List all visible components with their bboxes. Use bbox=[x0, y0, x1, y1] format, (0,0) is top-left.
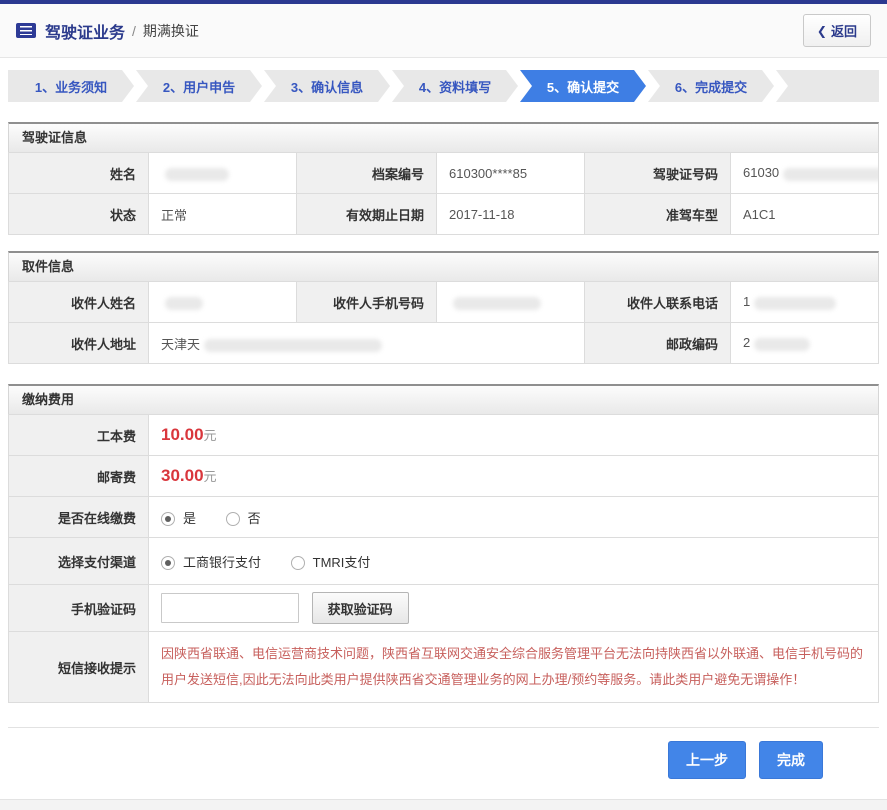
sms-code-input[interactable] bbox=[161, 593, 299, 623]
radio-pay-online-no[interactable] bbox=[225, 511, 240, 526]
breadcrumb-separator: / bbox=[132, 22, 136, 39]
production-fee-unit: 元 bbox=[203, 428, 217, 443]
step-6-complete-submit[interactable]: 6、完成提交 bbox=[648, 70, 774, 102]
value-valid-until: 2017-11-18 bbox=[436, 193, 585, 235]
sms-notice-text: 因陕西省联通、电信运营商技术问题，陕西省互联网交通安全综合服务管理平台无法向持陕… bbox=[161, 646, 864, 687]
get-sms-code-button[interactable]: 获取验证码 bbox=[311, 592, 409, 624]
redacted-recipient-tel bbox=[754, 296, 837, 310]
redacted-recipient-name bbox=[165, 296, 203, 310]
fees-table: 工本费 10.00元 邮寄费 30.00元 是否在线缴费 是 否 选择支付渠道 … bbox=[8, 414, 879, 703]
page-header: 驾驶证业务 / 期满换证 ❮ 返回 bbox=[0, 4, 887, 58]
label-valid-until: 有效期止日期 bbox=[296, 193, 437, 235]
table-row: 工本费 10.00元 bbox=[8, 414, 879, 456]
value-name bbox=[148, 152, 297, 194]
redacted-recipient-address bbox=[204, 338, 383, 352]
value-recipient-name bbox=[148, 281, 297, 323]
production-fee-amount: 10.00 bbox=[161, 425, 204, 444]
label-mailing-fee: 邮寄费 bbox=[8, 455, 149, 497]
redacted-name bbox=[165, 167, 229, 181]
redacted-license-no bbox=[783, 167, 878, 181]
footer-strip bbox=[0, 799, 887, 810]
radio-label-no[interactable]: 否 bbox=[248, 511, 261, 526]
value-vehicle-class: A1C1 bbox=[730, 193, 879, 235]
step-4-fill-materials[interactable]: 4、资料填写 bbox=[392, 70, 518, 102]
value-recipient-mobile bbox=[436, 281, 585, 323]
radio-label-yes[interactable]: 是 bbox=[183, 511, 196, 526]
label-sms-notice: 短信接收提示 bbox=[8, 631, 149, 703]
section-pickup-title: 取件信息 bbox=[8, 251, 879, 281]
redacted-recipient-mobile bbox=[453, 296, 541, 310]
value-file-no: 610300****85 bbox=[436, 152, 585, 194]
table-row: 邮寄费 30.00元 bbox=[8, 455, 879, 497]
table-row: 收件人地址 天津天 邮政编码 2 bbox=[8, 322, 879, 364]
breadcrumb-current: 期满换证 bbox=[142, 22, 199, 39]
value-mailing-fee: 30.00元 bbox=[148, 455, 879, 497]
recipient-tel-prefix: 1 bbox=[743, 294, 751, 310]
label-recipient-mobile: 收件人手机号码 bbox=[296, 281, 437, 323]
step-2-user-declaration[interactable]: 2、用户申告 bbox=[136, 70, 262, 102]
page-title: 驾驶证业务 bbox=[45, 24, 126, 42]
label-recipient-tel: 收件人联系电话 bbox=[584, 281, 731, 323]
mailing-fee-amount: 30.00 bbox=[161, 466, 204, 485]
table-row: 姓名 档案编号 610300****85 驾驶证号码 61030X bbox=[8, 152, 879, 194]
label-vehicle-class: 准驾车型 bbox=[584, 193, 731, 235]
table-row: 收件人姓名 收件人手机号码 收件人联系电话 1 bbox=[8, 281, 879, 323]
finish-button[interactable]: 完成 bbox=[759, 741, 823, 779]
back-button[interactable]: ❮ 返回 bbox=[802, 14, 871, 47]
label-status: 状态 bbox=[8, 193, 149, 235]
previous-step-button[interactable]: 上一步 bbox=[668, 741, 746, 779]
value-license-no: 61030X bbox=[730, 152, 879, 194]
label-file-no: 档案编号 bbox=[296, 152, 437, 194]
section-license-title: 驾驶证信息 bbox=[8, 122, 879, 152]
value-postal-code: 2 bbox=[730, 322, 879, 364]
label-sms-code: 手机验证码 bbox=[8, 584, 149, 632]
table-row: 手机验证码 获取验证码 bbox=[8, 584, 879, 632]
value-recipient-address: 天津天 bbox=[148, 322, 585, 364]
step-5-confirm-submit[interactable]: 5、确认提交 bbox=[520, 70, 646, 102]
label-name: 姓名 bbox=[8, 152, 149, 194]
section-fees: 缴纳费用 工本费 10.00元 邮寄费 30.00元 是否在线缴费 是 否 选择… bbox=[8, 384, 879, 703]
value-recipient-tel: 1 bbox=[730, 281, 879, 323]
section-fees-title: 缴纳费用 bbox=[8, 384, 879, 414]
postal-code-prefix: 2 bbox=[743, 335, 751, 351]
sms-code-cell: 获取验证码 bbox=[148, 584, 879, 632]
pay-online-options: 是 否 bbox=[148, 496, 879, 538]
radio-channel-icbc[interactable] bbox=[161, 555, 175, 570]
value-production-fee: 10.00元 bbox=[148, 414, 879, 456]
step-wizard: 1、业务须知 2、用户申告 3、确认信息 4、资料填写 5、确认提交 6、完成提… bbox=[8, 70, 879, 102]
radio-label-icbc[interactable]: 工商银行支付 bbox=[183, 555, 261, 570]
back-button-label: 返回 bbox=[830, 24, 857, 39]
section-license-info: 驾驶证信息 姓名 档案编号 610300****85 驾驶证号码 61030X … bbox=[8, 122, 879, 235]
label-recipient-name: 收件人姓名 bbox=[8, 281, 149, 323]
radio-label-tmri[interactable]: TMRI支付 bbox=[313, 555, 371, 570]
form-actions: 上一步 完成 bbox=[8, 727, 879, 793]
step-3-confirm-info[interactable]: 3、确认信息 bbox=[264, 70, 390, 102]
step-1-business-notes[interactable]: 1、业务须知 bbox=[8, 70, 134, 102]
license-info-table: 姓名 档案编号 610300****85 驾驶证号码 61030X 状态 正常 … bbox=[8, 152, 879, 235]
table-row: 选择支付渠道 工商银行支付 TMRI支付 bbox=[8, 537, 879, 585]
step-bar-filler bbox=[776, 70, 879, 102]
pay-channel-options: 工商银行支付 TMRI支付 bbox=[148, 537, 879, 585]
document-icon bbox=[16, 23, 36, 38]
label-postal-code: 邮政编码 bbox=[584, 322, 731, 364]
table-row: 短信接收提示 因陕西省联通、电信运营商技术问题，陕西省互联网交通安全综合服务管理… bbox=[8, 631, 879, 703]
redacted-postal-code bbox=[754, 337, 811, 351]
table-row: 状态 正常 有效期止日期 2017-11-18 准驾车型 A1C1 bbox=[8, 193, 879, 235]
radio-channel-tmri[interactable] bbox=[290, 555, 305, 570]
mailing-fee-unit: 元 bbox=[203, 469, 217, 484]
label-pay-online: 是否在线缴费 bbox=[8, 496, 149, 538]
recipient-address-prefix: 天津天 bbox=[161, 336, 201, 352]
table-row: 是否在线缴费 是 否 bbox=[8, 496, 879, 538]
value-status: 正常 bbox=[148, 193, 297, 235]
section-pickup-info: 取件信息 收件人姓名 收件人手机号码 收件人联系电话 1 收件人地址 天津天 邮… bbox=[8, 251, 879, 364]
label-production-fee: 工本费 bbox=[8, 414, 149, 456]
sms-notice-cell: 因陕西省联通、电信运营商技术问题，陕西省互联网交通安全综合服务管理平台无法向持陕… bbox=[148, 631, 879, 703]
license-no-prefix: 61030 bbox=[743, 165, 780, 181]
label-license-no: 驾驶证号码 bbox=[584, 152, 731, 194]
pickup-info-table: 收件人姓名 收件人手机号码 收件人联系电话 1 收件人地址 天津天 邮政编码 2 bbox=[8, 281, 879, 364]
back-chevron-icon: ❮ bbox=[816, 23, 827, 38]
label-pay-channel: 选择支付渠道 bbox=[8, 537, 149, 585]
label-recipient-address: 收件人地址 bbox=[8, 322, 149, 364]
radio-pay-online-yes[interactable] bbox=[161, 511, 175, 526]
